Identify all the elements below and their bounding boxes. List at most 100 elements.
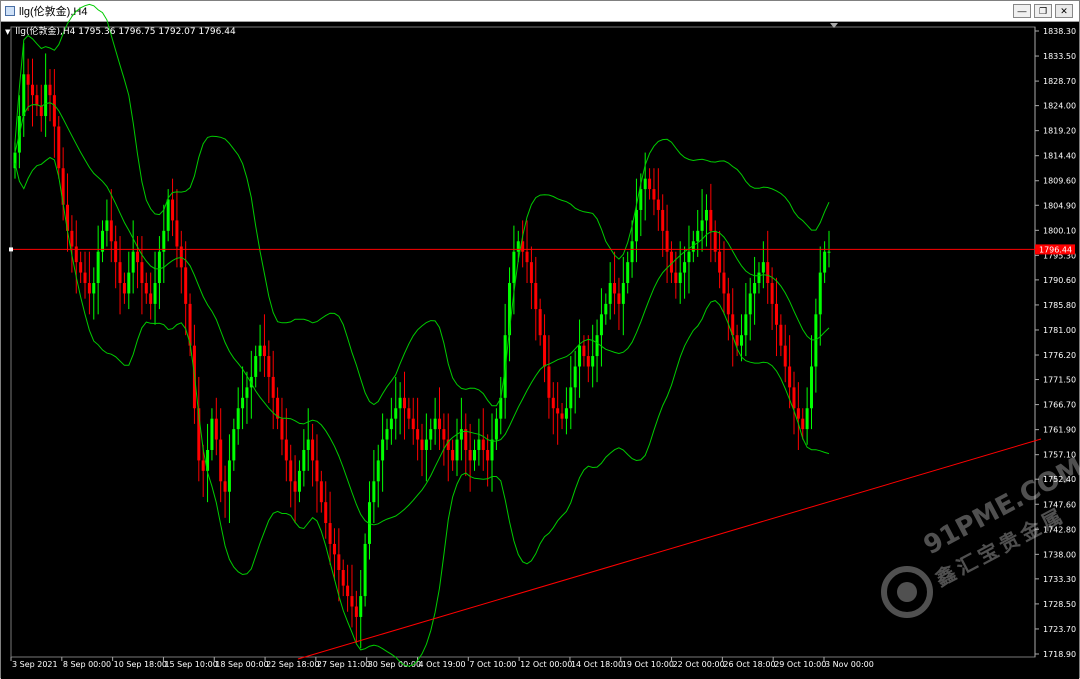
x-tick-label: 4 Oct 19:00	[419, 660, 466, 669]
candle-body	[175, 220, 179, 247]
candle-body	[783, 345, 787, 367]
candle-body	[805, 408, 809, 430]
candle-body	[162, 230, 166, 252]
x-tick-label: 22 Oct 00:00	[673, 660, 725, 669]
candle-body	[652, 189, 656, 200]
candle-body	[757, 272, 761, 284]
candle-body	[718, 251, 722, 273]
candle-body	[779, 324, 783, 346]
candle-body	[700, 220, 704, 231]
candle-body	[127, 272, 131, 294]
candle-body	[144, 283, 148, 294]
y-tick-label: 1733.30	[1043, 575, 1076, 584]
chart-info-header: ▼ llg(伦敦金),H4 1795.36 1796.75 1792.07 17…	[5, 24, 236, 37]
y-tick-label: 1838.30	[1043, 27, 1076, 36]
candle-body	[665, 230, 669, 252]
candle-body	[543, 335, 547, 367]
candle-body	[547, 366, 551, 398]
y-tick-label: 1824.00	[1043, 102, 1076, 111]
candle-body	[219, 439, 223, 482]
y-tick-label: 1809.60	[1043, 177, 1076, 186]
candle-body	[722, 272, 726, 294]
candle-body	[385, 429, 389, 440]
candle-body	[604, 303, 608, 315]
candle-body	[416, 429, 420, 440]
y-tick-label: 1800.10	[1043, 226, 1076, 235]
candle-body	[512, 251, 516, 284]
candle-body	[354, 606, 358, 617]
candle-body	[319, 481, 323, 503]
candle-body	[459, 429, 463, 440]
candle-body	[284, 439, 288, 461]
candle-body	[87, 283, 91, 294]
candle-body	[245, 387, 249, 398]
candle-body	[153, 283, 157, 304]
candle-body	[306, 439, 310, 450]
candle-body	[136, 251, 140, 263]
candle-body	[262, 345, 266, 357]
candle-body	[429, 429, 433, 440]
candle-body	[26, 74, 30, 85]
candle-body	[109, 220, 113, 242]
candle-body	[258, 345, 262, 357]
candle-body	[44, 84, 48, 117]
candle-body	[564, 408, 568, 419]
candle-body	[573, 366, 577, 388]
current-price-label: 1796.44	[1039, 245, 1072, 254]
candle-body	[346, 585, 350, 597]
candle-body	[232, 429, 236, 461]
candle-body	[599, 314, 603, 336]
dropdown-triangle-icon[interactable]: ▼	[5, 28, 10, 36]
x-tick-label: 18 Sep 00:00	[215, 660, 268, 669]
candle-body	[420, 439, 424, 450]
candle-body	[534, 283, 538, 310]
candle-body	[748, 293, 752, 315]
candle-body	[254, 356, 258, 377]
y-tick-label: 1833.50	[1043, 52, 1076, 61]
candle-body	[630, 241, 634, 263]
candle-body	[157, 251, 161, 284]
candle-body	[328, 523, 332, 544]
candle-body	[411, 418, 415, 430]
candle-body	[324, 502, 328, 524]
candle-body	[184, 267, 188, 304]
candle-body	[227, 460, 231, 492]
candle-body	[551, 397, 555, 409]
chart-window: llg(伦敦金),H4 — ❐ ✕ 1838.30 1833.50 1828.70 1…	[0, 0, 1080, 679]
candle-body	[376, 460, 380, 482]
candle-body	[359, 596, 363, 617]
candle-body	[468, 449, 472, 461]
chart-ohlc: 1795.36 1796.75 1792.07 1796.44	[78, 27, 236, 37]
candle-body	[525, 251, 529, 263]
candle-body	[442, 429, 446, 440]
candle-body	[337, 554, 341, 570]
candle-body	[529, 262, 533, 284]
candle-body	[407, 408, 411, 419]
candle-body	[753, 283, 757, 294]
candle-body	[648, 178, 652, 190]
candle-body	[656, 199, 660, 210]
candle-body	[201, 460, 205, 471]
candle-body	[140, 262, 144, 284]
candle-body	[770, 283, 774, 304]
candle-body	[297, 470, 301, 492]
y-tick-label: 1771.50	[1043, 376, 1076, 385]
candle-body	[451, 449, 455, 461]
chart-symbol: llg(伦敦金),H4	[15, 27, 76, 37]
candle-body	[473, 449, 477, 461]
candle-body	[280, 418, 284, 440]
x-tick-label: 12 Oct 00:00	[520, 660, 572, 669]
candle-body	[289, 460, 293, 482]
candle-body	[101, 230, 105, 252]
candle-body	[674, 272, 678, 284]
candle-body	[766, 262, 770, 284]
candle-body	[591, 356, 595, 367]
watermark-logo-icon	[881, 566, 933, 618]
candle-body	[586, 356, 590, 367]
candle-body	[96, 251, 100, 284]
candle-body	[311, 439, 315, 461]
candle-body	[713, 230, 717, 252]
candle-body	[490, 439, 494, 461]
x-tick-label: 7 Oct 10:00	[469, 660, 516, 669]
price-line-handle	[9, 247, 13, 252]
